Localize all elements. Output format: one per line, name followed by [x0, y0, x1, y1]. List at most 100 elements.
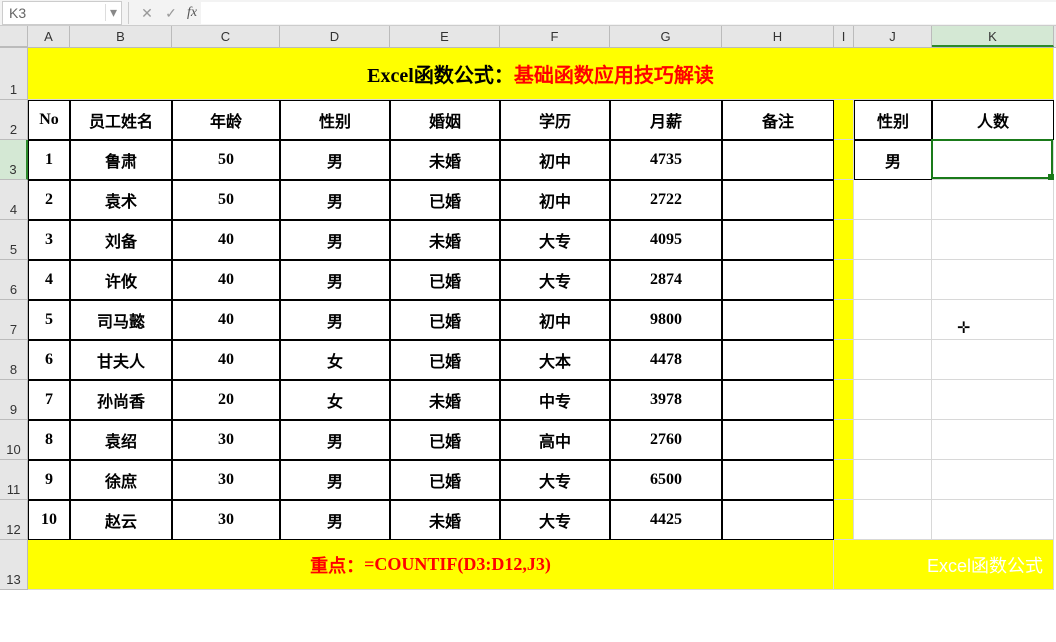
cell-D4[interactable]: 男	[280, 180, 390, 220]
cell-D7[interactable]: 男	[280, 300, 390, 340]
cell-E8[interactable]: 已婚	[390, 340, 500, 380]
col-header-I[interactable]: I	[834, 26, 854, 47]
row-header-5[interactable]: 5	[0, 220, 28, 260]
row-header-2[interactable]: 2	[0, 100, 28, 140]
cell-H3[interactable]	[722, 140, 834, 180]
cell-C9[interactable]: 20	[172, 380, 280, 420]
cell-G7[interactable]: 9800	[610, 300, 722, 340]
cell-F12[interactable]: 大专	[500, 500, 610, 540]
row-header-7[interactable]: 7	[0, 300, 28, 340]
spreadsheet-grid[interactable]: Excel函数公式：基础函数应用技巧解读No员工姓名年龄性别婚姻学历月薪备注性别…	[28, 48, 1054, 590]
cell-E3[interactable]: 未婚	[390, 140, 500, 180]
cell-B10[interactable]: 袁绍	[70, 420, 172, 460]
cell-G12[interactable]: 4425	[610, 500, 722, 540]
cell-C4[interactable]: 50	[172, 180, 280, 220]
cell-J6[interactable]	[854, 260, 932, 300]
cell-H12[interactable]	[722, 500, 834, 540]
row-header-9[interactable]: 9	[0, 380, 28, 420]
cell-B7[interactable]: 司马懿	[70, 300, 172, 340]
row-header-13[interactable]: 13	[0, 540, 28, 590]
cell-J3[interactable]: 男	[854, 140, 932, 180]
cell-K10[interactable]	[932, 420, 1054, 460]
cell-D9[interactable]: 女	[280, 380, 390, 420]
cell-C6[interactable]: 40	[172, 260, 280, 300]
cell-H4[interactable]	[722, 180, 834, 220]
col-header-F[interactable]: F	[500, 26, 610, 47]
cell-B12[interactable]: 赵云	[70, 500, 172, 540]
cell-H9[interactable]	[722, 380, 834, 420]
cell-C8[interactable]: 40	[172, 340, 280, 380]
cell-C12[interactable]: 30	[172, 500, 280, 540]
col-header-K[interactable]: K	[932, 26, 1054, 47]
cell-H11[interactable]	[722, 460, 834, 500]
name-box-dropdown-icon[interactable]: ▾	[105, 4, 121, 21]
cell-C7[interactable]: 40	[172, 300, 280, 340]
cell-D10[interactable]: 男	[280, 420, 390, 460]
row-header-12[interactable]: 12	[0, 500, 28, 540]
col-header-B[interactable]: B	[70, 26, 172, 47]
cell-B3[interactable]: 鲁肃	[70, 140, 172, 180]
cell-C10[interactable]: 30	[172, 420, 280, 460]
cell-D12[interactable]: 男	[280, 500, 390, 540]
cancel-formula-icon[interactable]: ✕	[135, 2, 159, 24]
cell-D5[interactable]: 男	[280, 220, 390, 260]
cell-B4[interactable]: 袁术	[70, 180, 172, 220]
cell-G10[interactable]: 2760	[610, 420, 722, 460]
cell-H7[interactable]	[722, 300, 834, 340]
cell-K12[interactable]	[932, 500, 1054, 540]
cell-A10[interactable]: 8	[28, 420, 70, 460]
cell-J9[interactable]	[854, 380, 932, 420]
cell-A3[interactable]: 1	[28, 140, 70, 180]
cell-A4[interactable]: 2	[28, 180, 70, 220]
cell-C11[interactable]: 30	[172, 460, 280, 500]
row-header-3[interactable]: 3	[0, 140, 28, 180]
fx-icon[interactable]: fx	[183, 5, 201, 21]
cell-D11[interactable]: 男	[280, 460, 390, 500]
cell-G11[interactable]: 6500	[610, 460, 722, 500]
cell-D3[interactable]: 男	[280, 140, 390, 180]
confirm-formula-icon[interactable]: ✓	[159, 2, 183, 24]
cell-K11[interactable]	[932, 460, 1054, 500]
cell-E9[interactable]: 未婚	[390, 380, 500, 420]
col-header-C[interactable]: C	[172, 26, 280, 47]
row-header-4[interactable]: 4	[0, 180, 28, 220]
cell-F7[interactable]: 初中	[500, 300, 610, 340]
cell-D8[interactable]: 女	[280, 340, 390, 380]
cell-K7[interactable]	[932, 300, 1054, 340]
cell-C3[interactable]: 50	[172, 140, 280, 180]
cell-J8[interactable]	[854, 340, 932, 380]
cell-G6[interactable]: 2874	[610, 260, 722, 300]
cell-B5[interactable]: 刘备	[70, 220, 172, 260]
col-header-A[interactable]: A	[28, 26, 70, 47]
cell-H10[interactable]	[722, 420, 834, 460]
cell-E10[interactable]: 已婚	[390, 420, 500, 460]
cell-G9[interactable]: 3978	[610, 380, 722, 420]
cell-A5[interactable]: 3	[28, 220, 70, 260]
cell-J11[interactable]	[854, 460, 932, 500]
row-header-10[interactable]: 10	[0, 420, 28, 460]
col-header-D[interactable]: D	[280, 26, 390, 47]
row-header-1[interactable]: 1	[0, 48, 28, 100]
cell-F5[interactable]: 大专	[500, 220, 610, 260]
cell-H8[interactable]	[722, 340, 834, 380]
row-header-8[interactable]: 8	[0, 340, 28, 380]
cell-E7[interactable]: 已婚	[390, 300, 500, 340]
cell-B9[interactable]: 孙尚香	[70, 380, 172, 420]
cell-J10[interactable]	[854, 420, 932, 460]
row-header-6[interactable]: 6	[0, 260, 28, 300]
cell-F10[interactable]: 高中	[500, 420, 610, 460]
cell-E6[interactable]: 已婚	[390, 260, 500, 300]
cell-E11[interactable]: 已婚	[390, 460, 500, 500]
cell-E12[interactable]: 未婚	[390, 500, 500, 540]
cell-E5[interactable]: 未婚	[390, 220, 500, 260]
formula-input[interactable]	[201, 2, 1056, 24]
cell-E4[interactable]: 已婚	[390, 180, 500, 220]
cell-H5[interactable]	[722, 220, 834, 260]
cell-F9[interactable]: 中专	[500, 380, 610, 420]
cell-B11[interactable]: 徐庶	[70, 460, 172, 500]
cell-B6[interactable]: 许攸	[70, 260, 172, 300]
cell-J4[interactable]	[854, 180, 932, 220]
cell-G3[interactable]: 4735	[610, 140, 722, 180]
cell-C5[interactable]: 40	[172, 220, 280, 260]
row-header-11[interactable]: 11	[0, 460, 28, 500]
